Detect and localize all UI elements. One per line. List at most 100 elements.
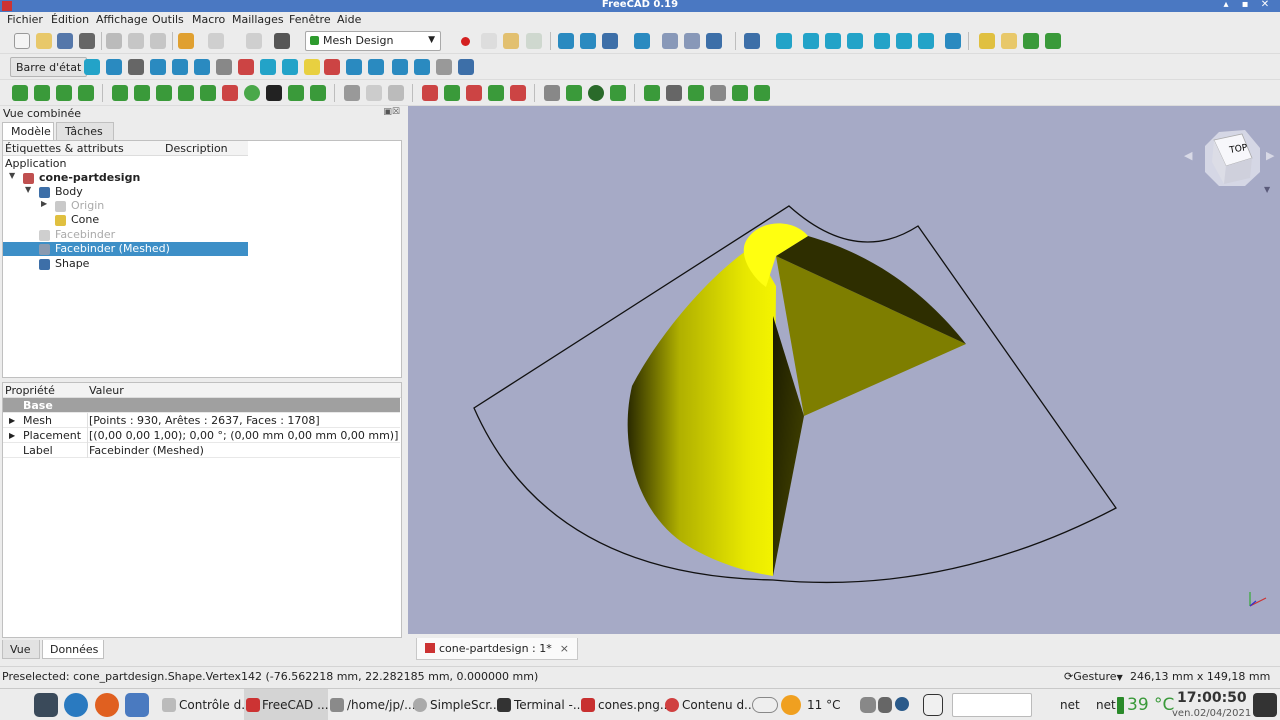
mesh-from-shape-icon[interactable] [56, 85, 72, 101]
close-tab-icon[interactable]: × [560, 642, 569, 655]
macro-record-icon[interactable] [461, 37, 470, 46]
zoom-icon[interactable] [106, 59, 122, 75]
volume-icon[interactable] [878, 697, 892, 713]
task-contenu[interactable]: Contenu d... [665, 689, 756, 720]
sync-view-icon[interactable] [706, 33, 722, 49]
task-home-folder[interactable]: /home/jp/... [330, 689, 416, 720]
navcube-arrow-right-icon[interactable]: ▶ [1266, 149, 1275, 162]
mesh-evaluate-icon[interactable] [112, 85, 128, 101]
clipping-plane-icon[interactable] [238, 59, 254, 75]
copy-icon[interactable] [128, 33, 144, 49]
tab-vue[interactable]: Vue [2, 640, 40, 659]
tab-donnees[interactable]: Données [42, 640, 104, 659]
cut-icon[interactable] [106, 33, 122, 49]
view-fit-icon[interactable] [84, 59, 100, 75]
property-group-base[interactable]: Base [3, 398, 400, 413]
tree-item-document[interactable]: ▼ cone-partdesign [3, 171, 248, 185]
tab-taches[interactable]: Tâches [56, 122, 114, 140]
mesh-decimate-icon[interactable] [288, 85, 304, 101]
rotate-left-icon[interactable] [150, 59, 166, 75]
menu-macro[interactable]: Macro [192, 13, 225, 26]
fit-selection-icon[interactable] [580, 33, 596, 49]
rotate-right-icon[interactable] [172, 59, 188, 75]
forward-icon[interactable] [684, 33, 700, 49]
mesh-cut-icon[interactable] [422, 85, 438, 101]
new-document-icon[interactable] [14, 33, 30, 49]
tree-item-facebinder-meshed[interactable]: Facebinder (Meshed) [3, 242, 248, 256]
task-simplescreen[interactable]: SimpleScr... [413, 689, 500, 720]
links-icon[interactable] [194, 59, 210, 75]
redo-icon[interactable] [208, 33, 224, 49]
keyboard-icon[interactable] [860, 697, 876, 713]
mesh-curvature-icon[interactable] [644, 85, 660, 101]
spin-icon[interactable] [414, 59, 430, 75]
task-freecad[interactable]: FreeCAD ... [244, 689, 329, 720]
macro-edit-icon[interactable] [503, 33, 519, 49]
selection-view-icon[interactable] [346, 59, 362, 75]
mesh-add-facet-icon[interactable] [200, 85, 216, 101]
chevron-right-icon[interactable]: ▶ [9, 416, 15, 425]
property-row-mesh[interactable]: ▶ Mesh [Points : 930, Arêtes : 2637, Fac… [3, 413, 400, 428]
tree-view-icon[interactable] [128, 59, 144, 75]
browser-launcher-icon[interactable] [64, 693, 88, 717]
fit-all-icon[interactable] [558, 33, 574, 49]
back-icon[interactable] [662, 33, 678, 49]
mesh-curvature-info-icon[interactable] [666, 85, 682, 101]
paste-icon[interactable] [150, 33, 166, 49]
mesh-difference-icon[interactable] [388, 85, 404, 101]
refresh-icon[interactable] [246, 33, 262, 49]
draw-style-icon[interactable] [602, 33, 618, 49]
bbox-icon[interactable] [368, 59, 384, 75]
print-icon[interactable] [79, 33, 95, 49]
maximize-icon[interactable]: ▴ [1219, 0, 1233, 10]
mesh-remesh-icon[interactable] [78, 85, 94, 101]
visibility-icon[interactable] [324, 59, 340, 75]
mesh-split-components-icon[interactable] [566, 85, 582, 101]
make-link-icon[interactable] [1023, 33, 1039, 49]
mesh-cross-sections-icon[interactable] [510, 85, 526, 101]
tree-item-body[interactable]: ▼ Body [3, 185, 248, 199]
front-view-icon[interactable] [803, 33, 819, 49]
top-view-icon[interactable] [825, 33, 841, 49]
property-header-name[interactable]: Propriété [5, 384, 55, 397]
clock-time[interactable]: 17:00:50 [1177, 690, 1247, 706]
mesh-select-icon[interactable] [732, 85, 748, 101]
menu-aide[interactable]: Aide [337, 13, 361, 26]
task-terminal[interactable]: Terminal -... [497, 689, 584, 720]
weather-sun-icon[interactable] [781, 695, 801, 715]
cube-solid-icon[interactable] [282, 59, 298, 75]
tree-header-description[interactable]: Description [165, 142, 228, 155]
std-views-icon[interactable] [744, 33, 760, 49]
mesh-remove-components-icon[interactable] [222, 85, 238, 101]
mesh-segmentation-icon[interactable] [588, 85, 604, 101]
tree-item-cone[interactable]: Cone [3, 213, 248, 227]
file-manager-launcher-icon[interactable] [125, 693, 149, 717]
mesh-smooth-icon[interactable] [244, 85, 260, 101]
task-cones-png[interactable]: cones.png... [581, 689, 671, 720]
box-selection-icon[interactable] [216, 59, 232, 75]
document-tab[interactable]: cone-partdesign : 1* × [416, 638, 578, 660]
menu-fenetre[interactable]: Fenêtre [289, 13, 331, 26]
tree-item-origin[interactable]: ▶ Origin [3, 199, 248, 213]
property-header-value[interactable]: Valeur [89, 384, 124, 397]
mesh-import-icon[interactable] [12, 85, 28, 101]
tab-modele[interactable]: Modèle [2, 122, 54, 140]
close-icon[interactable]: ✕ [1258, 0, 1272, 10]
menu-fichier[interactable]: Fichier [7, 13, 43, 26]
mesh-best-fit-icon[interactable] [610, 85, 626, 101]
clipboard-icon[interactable] [923, 694, 943, 716]
move-icon[interactable] [392, 59, 408, 75]
chevron-right-icon[interactable]: ▶ [41, 199, 47, 208]
link-actions-icon[interactable] [1045, 33, 1061, 49]
rear-view-icon[interactable] [874, 33, 890, 49]
clock-date[interactable]: ven.02/04/2021 [1172, 708, 1251, 719]
panel-float-close-icon[interactable]: ▣☒ [383, 107, 400, 117]
mesh-export-icon[interactable] [34, 85, 50, 101]
power-icon[interactable] [1253, 693, 1277, 717]
isometric-view-icon[interactable] [776, 33, 792, 49]
tree-header-labels[interactable]: Étiquettes & attributs [5, 142, 124, 155]
macro-run-icon[interactable] [526, 33, 542, 49]
workbench-selector[interactable]: Mesh Design ▼ [305, 31, 441, 51]
3d-viewport[interactable]: TOP ◀ ▶ ▼ [408, 106, 1280, 634]
grid-icon[interactable] [436, 59, 452, 75]
